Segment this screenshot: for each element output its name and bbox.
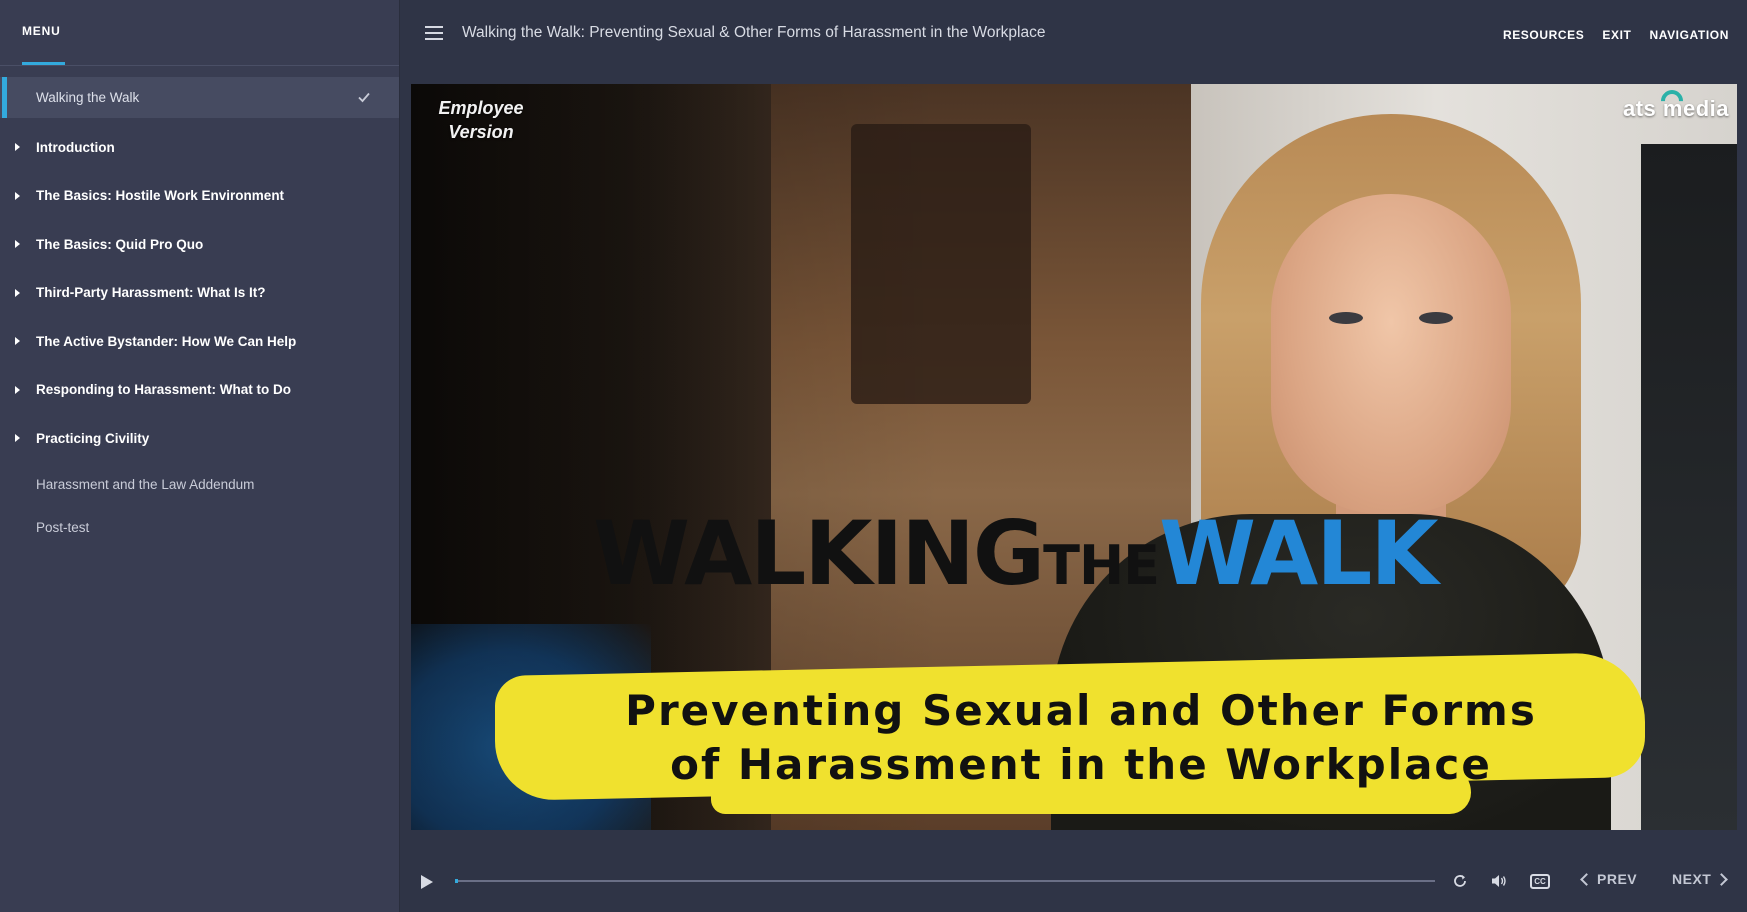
expand-caret-icon bbox=[15, 434, 20, 443]
expand-caret-icon bbox=[15, 385, 20, 394]
menu-item-law-addendum[interactable]: Harassment and the Law Addendum bbox=[0, 463, 399, 507]
menu-item-responding-to-harassment[interactable]: Responding to Harassment: What to Do bbox=[0, 366, 399, 415]
menu-item-label: Introduction bbox=[36, 139, 115, 155]
menu-tab[interactable]: MENU bbox=[22, 24, 61, 38]
menu-item-label: Practicing Civility bbox=[36, 430, 150, 446]
employee-version-label: Employee Version bbox=[431, 96, 531, 144]
course-player: MENU Walking the Walk Introduction The B… bbox=[0, 0, 1747, 912]
chevron-left-icon bbox=[1580, 872, 1593, 886]
menu-item-label: Third-Party Harassment: What Is It? bbox=[36, 285, 266, 301]
menu-divider bbox=[0, 65, 399, 66]
menu-item-quid-pro-quo[interactable]: The Basics: Quid Pro Quo bbox=[0, 220, 399, 269]
menu-item-hostile-work-environment[interactable]: The Basics: Hostile Work Environment bbox=[0, 172, 399, 221]
progress-fill bbox=[455, 879, 458, 883]
video-player[interactable]: Employee Version ats media WALKINGTHEWAL… bbox=[411, 84, 1737, 830]
menu-item-label: The Basics: Hostile Work Environment bbox=[36, 188, 285, 204]
menu-item-label: Harassment and the Law Addendum bbox=[36, 476, 255, 492]
next-button[interactable]: NEXT bbox=[1672, 871, 1729, 887]
resources-link[interactable]: RESOURCES bbox=[1503, 28, 1584, 42]
hamburger-icon[interactable] bbox=[425, 26, 443, 40]
course-title: Walking the Walk: Preventing Sexual & Ot… bbox=[462, 24, 1046, 41]
replay-icon[interactable] bbox=[1449, 870, 1471, 892]
menu-item-walking-the-walk[interactable]: Walking the Walk bbox=[0, 77, 399, 118]
sidebar: MENU Walking the Walk Introduction The B… bbox=[0, 0, 400, 912]
volume-icon[interactable] bbox=[1488, 870, 1510, 892]
headline-walking: WALKING bbox=[593, 502, 1045, 605]
top-nav: RESOURCES EXIT NAVIGATION bbox=[1503, 28, 1729, 42]
video-subtitle: Preventing Sexual and Other Forms of Har… bbox=[581, 684, 1581, 792]
chevron-right-icon bbox=[1715, 872, 1729, 886]
subtitle-line: of Harassment in the Workplace bbox=[670, 740, 1492, 789]
top-bar: Walking the Walk: Preventing Sexual & Ot… bbox=[400, 0, 1747, 68]
menu-item-introduction[interactable]: Introduction bbox=[0, 123, 399, 172]
headline-walk: WALK bbox=[1159, 502, 1438, 605]
play-icon[interactable] bbox=[421, 875, 433, 889]
menu-item-label: The Active Bystander: How We Can Help bbox=[36, 333, 297, 349]
menu-item-third-party-harassment[interactable]: Third-Party Harassment: What Is It? bbox=[0, 269, 399, 318]
navigation-link[interactable]: NAVIGATION bbox=[1649, 28, 1729, 42]
ats-media-logo: ats media bbox=[1623, 96, 1729, 121]
expand-caret-icon bbox=[15, 143, 20, 152]
next-label: NEXT bbox=[1672, 871, 1712, 887]
progress-bar[interactable] bbox=[455, 879, 1435, 883]
prev-button[interactable]: PREV bbox=[1580, 871, 1638, 887]
exit-link[interactable]: EXIT bbox=[1602, 28, 1631, 42]
expand-caret-icon bbox=[15, 191, 20, 200]
menu-item-label: Post-test bbox=[36, 520, 90, 536]
closed-captions-icon[interactable]: CC bbox=[1529, 870, 1551, 892]
menu-item-practicing-civility[interactable]: Practicing Civility bbox=[0, 414, 399, 463]
expand-caret-icon bbox=[15, 240, 20, 249]
expand-caret-icon bbox=[15, 288, 20, 297]
version-label-line: Version bbox=[448, 122, 514, 142]
menu-item-post-test[interactable]: Post-test bbox=[0, 506, 399, 550]
headline-the: THE bbox=[1043, 534, 1160, 597]
subtitle-line: Preventing Sexual and Other Forms bbox=[625, 686, 1537, 735]
menu-item-label: Walking the Walk bbox=[36, 90, 140, 105]
menu-item-label: The Basics: Quid Pro Quo bbox=[36, 236, 204, 252]
menu-item-active-bystander[interactable]: The Active Bystander: How We Can Help bbox=[0, 317, 399, 366]
menu-list: Walking the Walk Introduction The Basics… bbox=[0, 77, 399, 550]
checkmark-icon bbox=[358, 92, 370, 102]
playback-controls: CC PREV NEXT bbox=[400, 840, 1747, 912]
version-label-line: Employee bbox=[438, 98, 524, 118]
menu-item-label: Responding to Harassment: What to Do bbox=[36, 382, 292, 398]
video-headline: WALKINGTHEWALK bbox=[593, 502, 1439, 605]
expand-caret-icon bbox=[15, 337, 20, 346]
prev-label: PREV bbox=[1597, 871, 1638, 887]
active-indicator bbox=[2, 77, 7, 118]
